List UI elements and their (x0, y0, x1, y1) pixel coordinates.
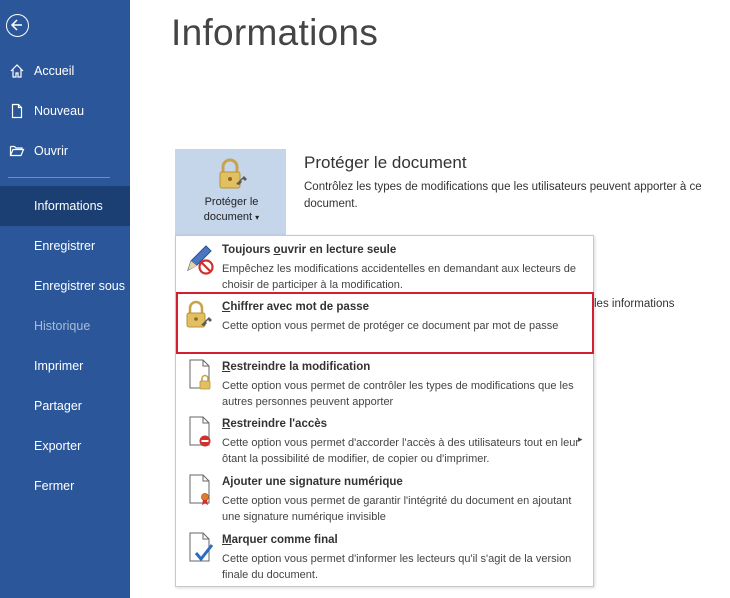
nav-label: Partager (34, 399, 82, 413)
background-text: les informations (594, 298, 675, 310)
folder-open-icon (9, 145, 25, 157)
lock-key-icon (219, 158, 247, 189)
protect-document-button[interactable]: Protéger le document ▾ (175, 149, 286, 235)
nav-label: Enregistrer (34, 239, 96, 253)
menu-item-description: Empêchez les modifications accidentelles… (222, 263, 577, 291)
menu-item-mark-final[interactable]: Marquer comme final Cette option vous pe… (176, 526, 593, 586)
nav-label: Informations (34, 199, 103, 213)
section-title: Protéger le document (304, 153, 467, 172)
nav-label: Accueil (34, 64, 75, 78)
title-part: uvrir en lecture seule (280, 244, 397, 256)
document-restricted-icon (189, 416, 211, 447)
menu-item-read-only[interactable]: Toujours ouvrir en lecture seule Empêche… (176, 236, 593, 293)
title-part: estreindre la modification (230, 361, 371, 373)
document-ribbon-icon (189, 474, 210, 505)
nav-item-enregistrer-sous[interactable]: Enregistrer sous (0, 266, 130, 306)
document-lock-icon (189, 359, 211, 390)
nav-item-informations[interactable]: Informations (0, 186, 130, 226)
nav-item-fermer[interactable]: Fermer (0, 466, 130, 506)
protect-label-line1: Protéger le (204, 196, 259, 208)
nav-label: Enregistrer sous (34, 279, 126, 293)
home-icon (10, 64, 24, 78)
nav-label: Fermer (34, 479, 75, 493)
menu-item-title: Marquer comme final (222, 534, 338, 546)
title-part: estreindre l'accès (230, 418, 328, 430)
page-title: Informations (171, 12, 379, 53)
title-part: arquer comme final (231, 534, 338, 546)
menu-item-restrict-access[interactable]: Restreindre l'accès Cette option vous pe… (176, 410, 593, 468)
nav-label: Ouvrir (34, 144, 69, 158)
nav-label: Imprimer (34, 359, 84, 373)
highlight-box (176, 292, 594, 354)
nav-item-accueil[interactable]: Accueil (0, 51, 130, 91)
title-part: Toujours (222, 244, 274, 256)
title-part: Ajouter une signature numérique (222, 476, 403, 488)
protect-button-label: Protéger le document ▾ (176, 195, 287, 225)
nav-separator (8, 177, 110, 178)
menu-item-title: Restreindre la modification (222, 361, 370, 373)
menu-item-title: Ajouter une signature numérique (222, 476, 403, 488)
new-document-icon (11, 103, 23, 119)
backstage-sidebar: Accueil Nouveau Ouvrir Informations Enre… (0, 0, 130, 598)
back-arrow-icon (10, 19, 22, 31)
nav-label: Nouveau (34, 104, 85, 118)
title-accesskey: M (222, 534, 232, 546)
chevron-down-icon: ▾ (255, 213, 260, 222)
nav-item-exporter[interactable]: Exporter (0, 426, 130, 466)
section-description: Contrôlez les types de modifications que… (304, 181, 702, 210)
nav-item-historique: Historique (0, 306, 130, 346)
back-button[interactable] (6, 14, 29, 37)
menu-item-description: Cette option vous permet d'accorder l'ac… (222, 437, 580, 465)
menu-item-description: Cette option vous permet de contrôler le… (222, 380, 574, 408)
nav-item-enregistrer[interactable]: Enregistrer (0, 226, 130, 266)
nav-item-nouveau[interactable]: Nouveau (0, 91, 130, 131)
menu-item-description: Cette option vous permet d'informer les … (222, 553, 572, 581)
menu-item-description: Cette option vous permet de garantir l'i… (222, 495, 572, 523)
pencil-no-icon (187, 245, 214, 275)
title-accesskey: o (273, 244, 281, 256)
menu-item-digital-signature[interactable]: Ajouter une signature numérique Cette op… (176, 468, 593, 526)
protect-label-line2: document (203, 211, 253, 223)
document-check-icon (189, 532, 214, 562)
protect-document-menu: Toujours ouvrir en lecture seule Empêche… (175, 235, 594, 587)
nav-item-imprimer[interactable]: Imprimer (0, 346, 130, 386)
nav-label: Exporter (34, 439, 82, 453)
menu-item-title: Restreindre l'accès (222, 418, 327, 430)
chevron-right-icon: ▸ (578, 434, 583, 444)
menu-item-title: Toujours ouvrir en lecture seule (222, 244, 396, 256)
menu-item-restrict-editing[interactable]: Restreindre la modification Cette option… (176, 353, 593, 410)
nav-item-partager[interactable]: Partager (0, 386, 130, 426)
nav-label: Historique (34, 319, 91, 333)
nav-item-ouvrir[interactable]: Ouvrir (0, 131, 130, 171)
